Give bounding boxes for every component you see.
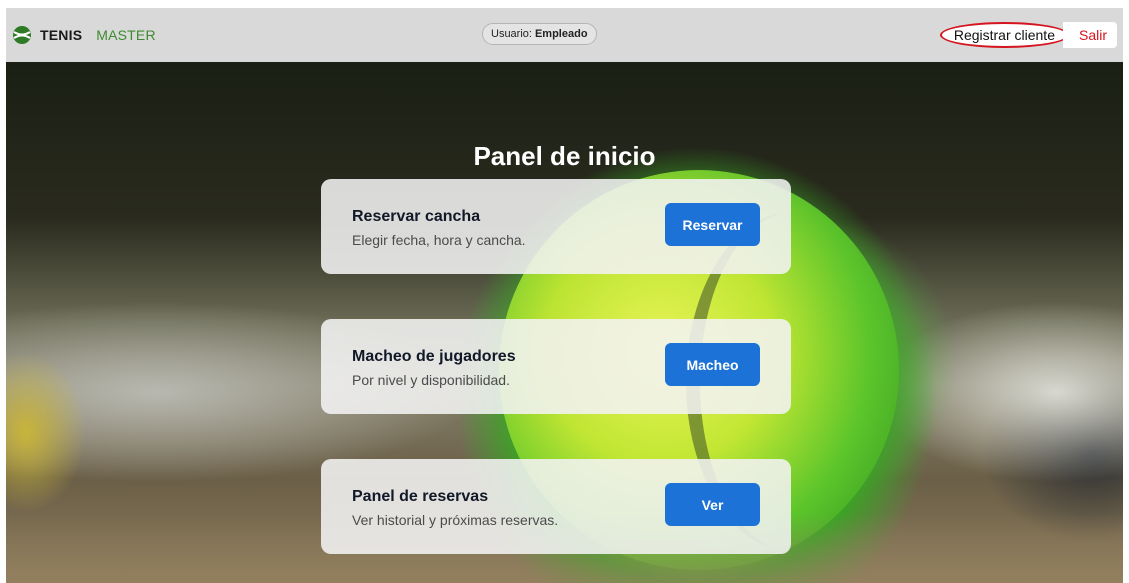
card-description: Elegir fecha, hora y cancha. [352, 232, 526, 248]
card-reserve-court: Reservar cancha Elegir fecha, hora y can… [321, 179, 791, 274]
card-description: Ver historial y próximas reservas. [352, 512, 559, 528]
top-navbar: TENIS MASTER Usuario: Empleado Registrar… [6, 8, 1123, 62]
nav-actions: Registrar cliente Salir [939, 21, 1117, 49]
card-description: Por nivel y disponibilidad. [352, 372, 510, 388]
view-reservations-button[interactable]: Ver [665, 483, 760, 526]
user-label: Usuario: [491, 28, 532, 40]
user-role: Empleado [534, 28, 588, 40]
register-client-button[interactable]: Registrar cliente [939, 22, 1069, 48]
card-title: Panel de reservas [352, 488, 489, 505]
card-player-matching: Macheo de jugadores Por nivel y disponib… [321, 319, 791, 414]
reserve-button[interactable]: Reservar [665, 203, 760, 246]
tennis-ball-icon [13, 26, 31, 44]
matching-button[interactable]: Macheo [665, 343, 760, 386]
card-title: Macheo de jugadores [352, 348, 516, 365]
card-reservations-panel: Panel de reservas Ver historial y próxim… [321, 459, 791, 554]
app-frame: TENIS MASTER Usuario: Empleado Registrar… [0, 0, 1129, 583]
page-title: Panel de inicio [473, 141, 656, 172]
user-badge: Usuario: Empleado [482, 23, 597, 45]
brand[interactable]: TENIS MASTER [12, 25, 156, 45]
brand-name-primary: TENIS [40, 27, 83, 43]
card-title: Reservar cancha [352, 208, 481, 225]
brand-name-secondary: MASTER [96, 27, 156, 43]
logout-button[interactable]: Salir [1062, 22, 1117, 48]
